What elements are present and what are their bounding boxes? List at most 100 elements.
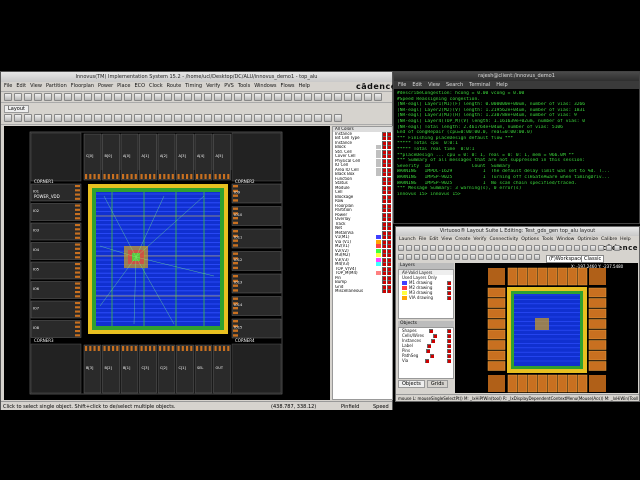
layer-visible-checkbox[interactable] [382,266,386,271]
virtuoso-tool-button[interactable] [494,245,500,251]
innovus-tool-button[interactable] [144,93,152,101]
terminal-menu-item[interactable]: Edit [412,81,422,89]
innovus-tool-button[interactable] [214,93,222,101]
innovus-tool-button[interactable] [24,93,32,101]
virtuoso-secondary-tool-button[interactable] [438,254,444,260]
virtuoso-tool-button[interactable] [534,245,540,251]
innovus-menu-item[interactable]: Route [167,82,182,91]
innovus-tool-button[interactable] [324,93,332,101]
innovus-menu-item[interactable]: ECO [134,82,145,91]
innovus-tool-button[interactable] [224,93,232,101]
innovus-secondary-tool-button[interactable] [44,114,52,122]
virtuoso-secondary-tool-button[interactable] [478,254,484,260]
virtuoso-secondary-tool-button[interactable] [526,254,532,260]
innovus-secondary-tool-button[interactable] [24,114,32,122]
virtuoso-tool-button[interactable] [422,245,428,251]
virtuoso-tool-button[interactable] [430,245,436,251]
virtuoso-tool-button[interactable] [590,245,596,251]
terminal-menu-item[interactable]: File [398,81,406,89]
layer-visible-checkbox[interactable] [382,221,386,226]
layer-select-checkbox[interactable] [387,158,391,163]
innovus-secondary-tool-button[interactable] [124,114,132,122]
virtuoso-secondary-tool-button[interactable] [454,254,460,260]
virtuoso-tool-button[interactable] [550,245,556,251]
virtuoso-menu-item[interactable]: Edit [429,236,438,244]
virtuoso-menu-item[interactable]: File [419,236,427,244]
layer-select-checkbox[interactable] [387,140,391,145]
innovus-secondary-tool-button[interactable] [134,114,142,122]
virtuoso-layer-row[interactable]: VIA drawing [399,295,453,300]
layer-select-checkbox[interactable] [387,275,391,280]
innovus-tool-button[interactable] [84,93,92,101]
innovus-menu-item[interactable]: Floorplan [71,82,94,91]
innovus-tool-button[interactable] [264,93,272,101]
innovus-menu-item[interactable]: File [4,82,12,91]
virtuoso-menu-item[interactable]: Launch [399,236,416,244]
virtuoso-tool-button[interactable] [446,245,452,251]
layer-visible-checkbox[interactable] [382,181,386,186]
layer-select-checkbox[interactable] [387,176,391,181]
innovus-secondary-tool-button[interactable] [224,114,232,122]
innovus-secondary-tool-button[interactable] [304,114,312,122]
layer-visible-checkbox[interactable] [382,244,386,249]
virtuoso-object-select-checkbox[interactable] [446,328,451,333]
innovus-menu-item[interactable]: PVS [224,82,234,91]
virtuoso-object-select-checkbox[interactable] [447,358,451,363]
terminal-output[interactable]: #describeCongestion: hcong = 0.00 vcong … [394,89,639,224]
virtuoso-tool-button[interactable] [406,245,412,251]
layer-visible-checkbox[interactable] [382,145,386,150]
innovus-secondary-tool-button[interactable] [154,114,162,122]
innovus-secondary-tool-button[interactable] [64,114,72,122]
layer-select-checkbox[interactable] [387,289,391,294]
layer-select-checkbox[interactable] [387,266,391,271]
layer-visible-checkbox[interactable] [382,203,386,208]
innovus-tool-button[interactable] [154,93,162,101]
virtuoso-menu-item[interactable]: Optimize [577,236,598,244]
terminal-menu-item[interactable]: View [428,81,440,89]
virtuoso-tool-button[interactable] [598,245,604,251]
virtuoso-object-visible-checkbox[interactable] [429,353,434,358]
innovus-secondary-tool-button[interactable] [4,114,12,122]
innovus-secondary-tool-button[interactable] [84,114,92,122]
virtuoso-tool-button[interactable] [486,245,492,251]
innovus-secondary-tool-button[interactable] [14,114,22,122]
virtuoso-tool-button[interactable] [574,245,580,251]
innovus-tool-button[interactable] [244,93,252,101]
innovus-secondary-tool-button[interactable] [104,114,112,122]
innovus-tool-button[interactable] [344,93,352,101]
layer-select-checkbox[interactable] [387,194,391,199]
innovus-tool-button[interactable] [54,93,62,101]
layer-visible-checkbox[interactable] [382,248,386,253]
layer-visible-checkbox[interactable] [382,140,386,145]
virtuoso-secondary-tool-button[interactable] [502,254,508,260]
innovus-tool-button[interactable] [294,93,302,101]
virtuoso-tool-button[interactable] [510,245,516,251]
layer-visible-checkbox[interactable] [382,284,386,289]
layer-select-checkbox[interactable] [387,181,391,186]
innovus-secondary-tool-button[interactable] [54,114,62,122]
innovus-tool-button[interactable] [74,93,82,101]
innovus-secondary-tool-button[interactable] [214,114,222,122]
virtuoso-layer-visible-checkbox[interactable] [447,280,451,285]
innovus-tool-button[interactable] [364,93,372,101]
innovus-tool-button[interactable] [374,93,382,101]
layer-select-checkbox[interactable] [387,262,391,267]
layer-select-checkbox[interactable] [387,271,391,276]
innovus-secondary-tool-button[interactable] [194,114,202,122]
layer-select-checkbox[interactable] [387,203,391,208]
layer-select-checkbox[interactable] [387,167,391,172]
virtuoso-secondary-tool-button[interactable] [422,254,428,260]
virtuoso-menu-item[interactable]: Tools [542,236,553,244]
virtuoso-tool-button[interactable] [542,245,548,251]
virtuoso-tool-button[interactable] [566,245,572,251]
innovus-secondary-tool-button[interactable] [324,114,332,122]
virtuoso-secondary-tool-button[interactable] [446,254,452,260]
virtuoso-secondary-tool-button[interactable] [398,254,404,260]
layer-select-checkbox[interactable] [387,226,391,231]
layer-select-checkbox[interactable] [387,212,391,217]
layer-visible-checkbox[interactable] [382,172,386,177]
virtuoso-tool-button[interactable] [606,245,612,251]
layer-visible-checkbox[interactable] [382,230,386,235]
innovus-secondary-tool-button[interactable] [114,114,122,122]
layer-visible-checkbox[interactable] [382,208,386,213]
